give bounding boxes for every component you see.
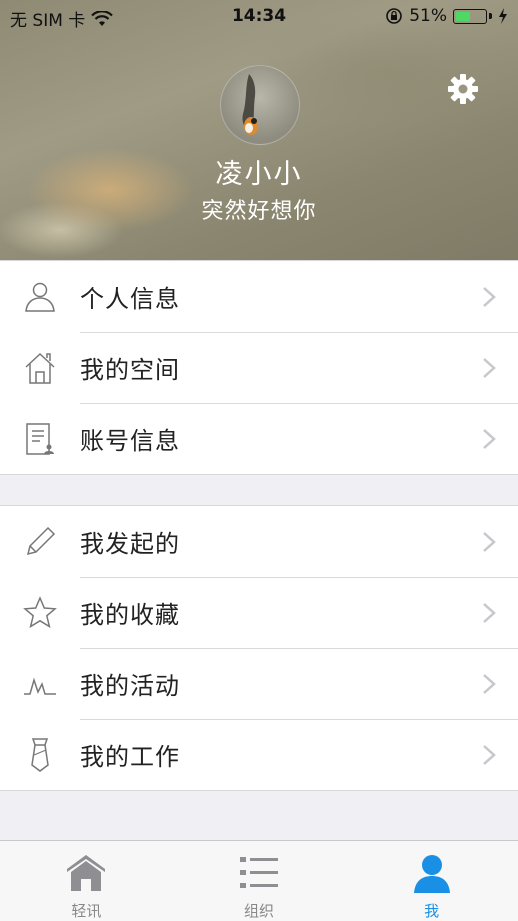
menu-item-initiated[interactable]: 我发起的 [0, 506, 518, 577]
menu-group-profile: 个人信息 我的空间 账号信息 [0, 260, 518, 475]
me-person-icon [413, 855, 450, 893]
menu-item-my-space[interactable]: 我的空间 [0, 332, 518, 403]
tie-icon [31, 738, 49, 772]
tab-label: 我 [424, 902, 440, 920]
avatar[interactable] [220, 65, 300, 145]
orientation-lock-icon [386, 8, 403, 24]
tab-label: 轻讯 [71, 902, 102, 920]
menu-item-personal-info[interactable]: 个人信息 [0, 261, 518, 332]
profile-name: 凌小小 [215, 159, 303, 190]
menu-item-label: 我的活动 [80, 672, 180, 700]
person-icon [25, 282, 55, 312]
menu-item-label: 账号信息 [80, 427, 180, 455]
status-bar: 无 SIM 卡 14:34 51% [0, 0, 518, 34]
settings-gear-icon[interactable] [446, 72, 480, 106]
home-icon [67, 855, 106, 891]
chevron-right-icon [483, 603, 496, 623]
chevron-right-icon [483, 358, 496, 378]
menu-item-work[interactable]: 我的工作 [0, 719, 518, 790]
tab-label: 组织 [244, 902, 275, 920]
menu-item-account-info[interactable]: 账号信息 [0, 403, 518, 474]
battery-percent: 51% [409, 6, 447, 26]
menu-item-activities[interactable]: 我的活动 [0, 648, 518, 719]
tab-bar: 轻讯 组织 我 [0, 840, 518, 921]
menu-item-favorites[interactable]: 我的收藏 [0, 577, 518, 648]
tab-qingxun[interactable]: 轻讯 [0, 841, 173, 921]
chevron-right-icon [483, 532, 496, 552]
menu-item-label: 个人信息 [80, 285, 180, 313]
menu-item-label: 我的空间 [80, 356, 180, 384]
chevron-right-icon [483, 745, 496, 765]
menu-item-label: 我发起的 [80, 530, 180, 558]
avatar-photo-icon [242, 74, 258, 135]
menu-item-label: 我的工作 [80, 743, 180, 771]
list-icon [240, 857, 278, 888]
chevron-right-icon [483, 287, 496, 307]
tab-organization[interactable]: 组织 [173, 841, 346, 921]
chevron-right-icon [483, 429, 496, 449]
menu-group-activity: 我发起的 我的收藏 我的活动 我的工作 [0, 505, 518, 791]
battery-icon [453, 8, 487, 24]
menu-item-label: 我的收藏 [80, 601, 180, 629]
charging-icon [499, 8, 507, 24]
pencil-icon [26, 526, 56, 556]
tab-me[interactable]: 我 [345, 841, 518, 921]
account-document-icon [26, 423, 54, 455]
chevron-right-icon [483, 674, 496, 694]
activity-wave-icon [24, 677, 56, 695]
profile-signature: 突然好想你 [201, 199, 317, 224]
house-icon [25, 352, 55, 384]
star-icon [23, 596, 57, 629]
profile-header: 无 SIM 卡 14:34 51% 凌小小 突然好想你 [0, 0, 518, 260]
